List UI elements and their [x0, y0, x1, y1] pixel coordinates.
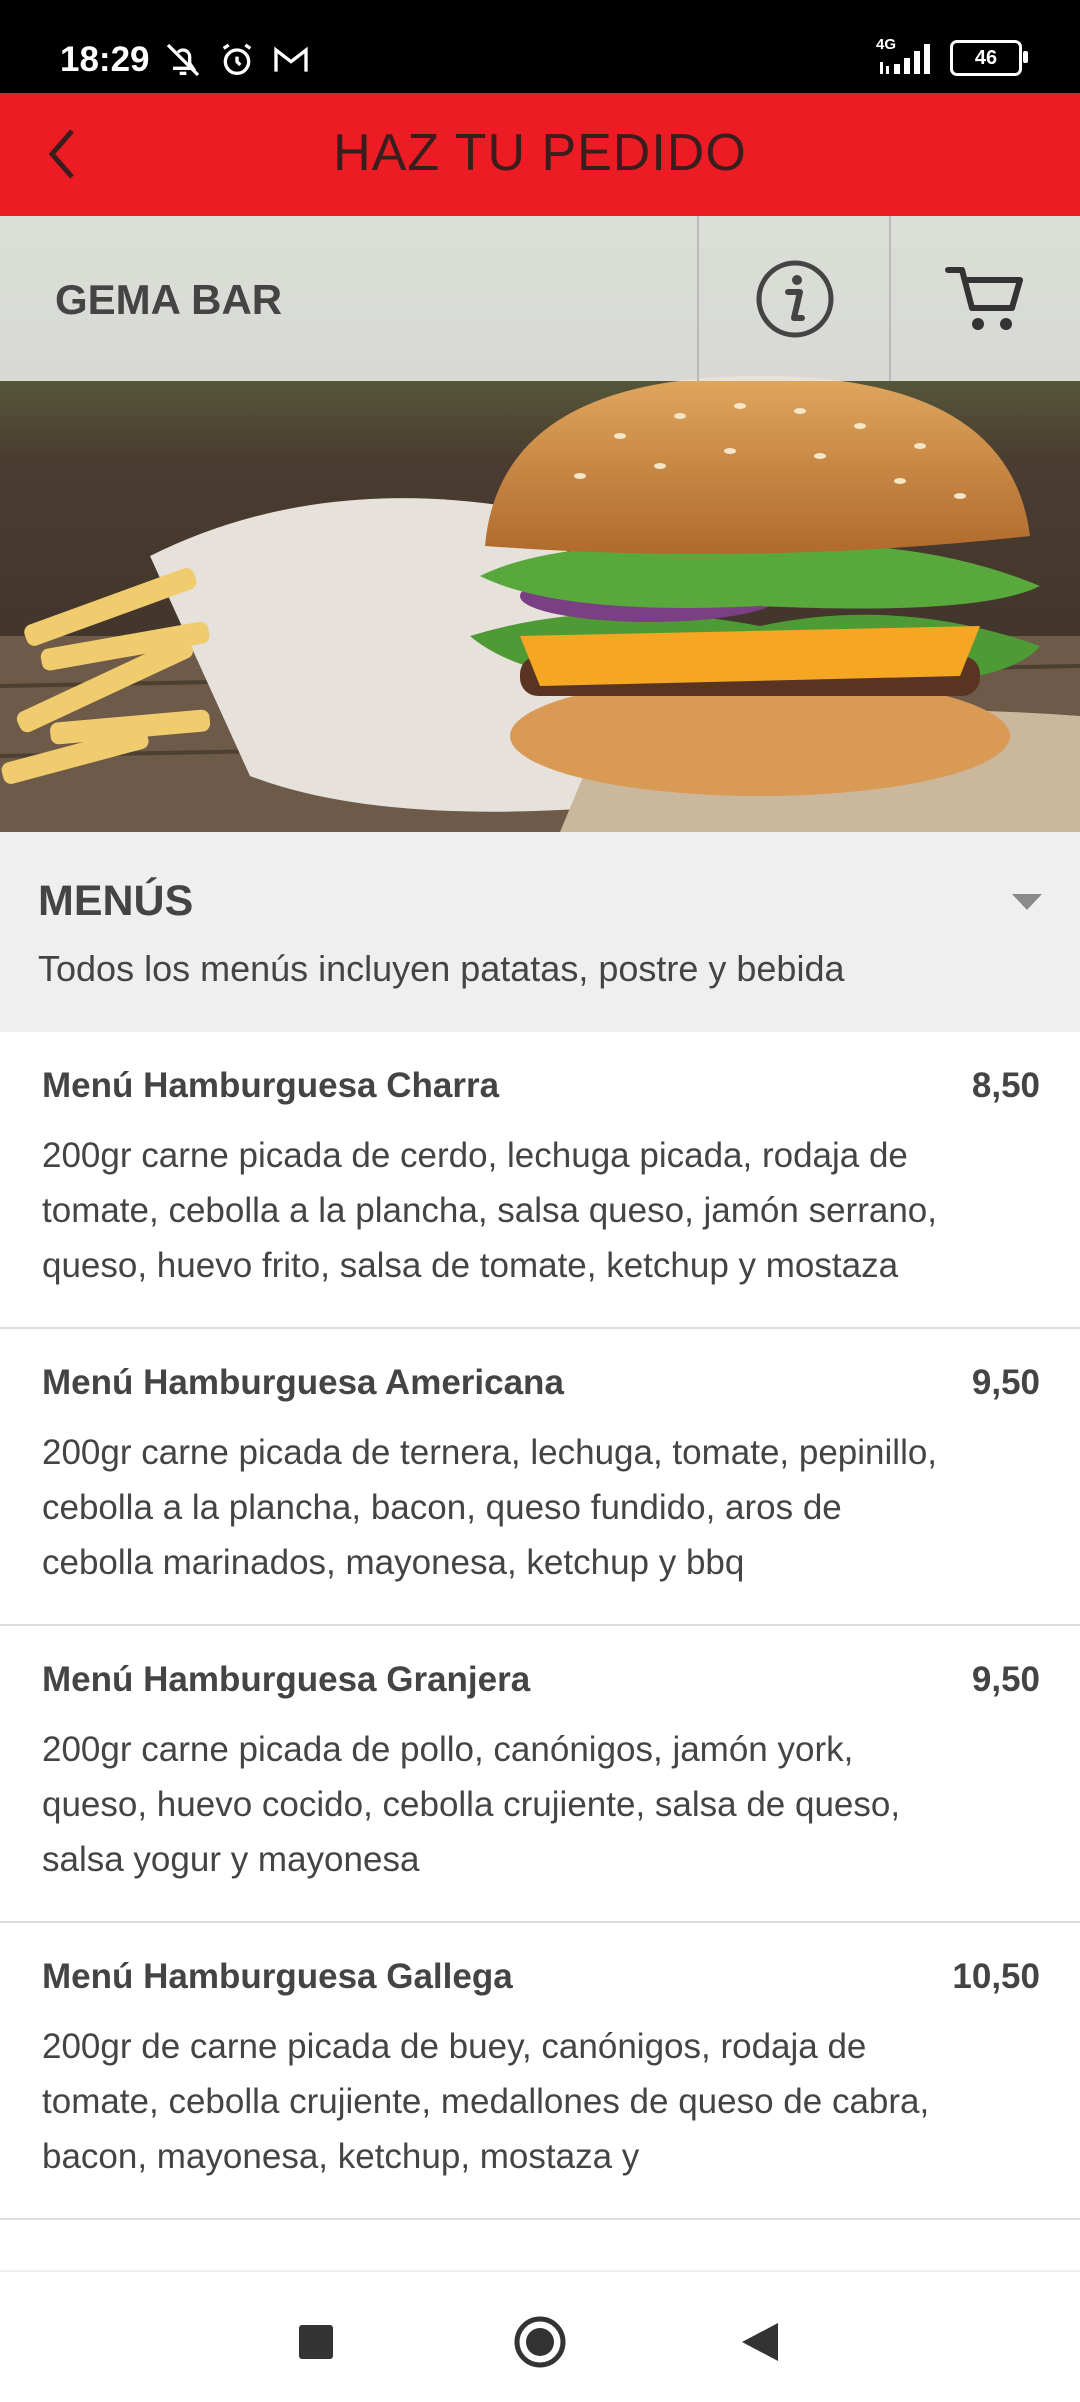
item-price: 9,50 — [971, 1363, 1040, 1402]
menu-item[interactable]: Menú Hamburguesa Charra 8,50 200gr carne… — [0, 1032, 1080, 1329]
gmail-icon — [274, 46, 308, 72]
info-icon — [756, 260, 834, 337]
triangle-back-icon — [742, 2323, 778, 2361]
back-nav-button[interactable] — [730, 2312, 790, 2372]
item-price: 10,50 — [952, 1957, 1040, 1996]
info-button[interactable] — [700, 216, 890, 381]
app-header: HAZ TU PEDIDO — [0, 93, 1080, 216]
system-nav-bar — [0, 2270, 1080, 2402]
item-price: 9,50 — [971, 1660, 1040, 1699]
category-header[interactable]: MENÚS Todos los menús incluyen patatas, … — [0, 832, 1080, 1032]
recents-button[interactable] — [286, 2312, 346, 2372]
status-right: 4G 46 — [876, 36, 1028, 76]
item-description: 200gr de carne picada de buey, canónigos… — [42, 2027, 930, 2176]
chevron-down-icon — [1012, 894, 1042, 910]
status-icons — [163, 40, 311, 80]
item-description: 200gr carne picada de cerdo, lechuga pic… — [42, 1136, 937, 1285]
status-bar: 18:29 4G 46 — [0, 0, 1080, 93]
square-icon — [299, 2325, 333, 2359]
menu-item[interactable]: Menú Hamburguesa Americana 9,50 200gr ca… — [0, 1329, 1080, 1626]
item-name: Menú Hamburguesa Gallega — [42, 1957, 513, 1996]
network-type: 4G — [876, 36, 897, 53]
restaurant-bar: GEMA BAR — [0, 216, 1080, 381]
item-description: 200gr carne picada de ternera, lechuga, … — [42, 1433, 938, 1582]
battery-level: 46 — [974, 46, 998, 69]
category-description: Todos los menús incluyen patatas, postre… — [38, 948, 845, 989]
divider — [697, 216, 699, 381]
circle-icon — [514, 2316, 566, 2368]
cart-button[interactable] — [890, 216, 1080, 381]
menu-item[interactable]: Menú Hamburguesa Granjera 9,50 200gr car… — [0, 1626, 1080, 1923]
battery-icon: 46 — [950, 40, 1028, 76]
page-title: HAZ TU PEDIDO — [333, 124, 747, 182]
cart-icon — [945, 266, 1023, 330]
item-price: 8,50 — [971, 1066, 1040, 1105]
alarm-icon — [222, 43, 252, 75]
menu-item[interactable]: Menú Hamburguesa Gallega 10,50 200gr de … — [0, 1923, 1080, 2220]
bell-off-icon — [166, 43, 200, 77]
item-name: Menú Hamburguesa Americana — [42, 1363, 564, 1402]
home-button[interactable] — [510, 2312, 570, 2372]
item-description: 200gr carne picada de pollo, canónigos, … — [42, 1730, 901, 1879]
category-title: MENÚS — [38, 877, 194, 925]
item-name: Menú Hamburguesa Granjera — [42, 1660, 531, 1699]
signal-icon: 4G — [876, 36, 936, 76]
menu-item-list: Menú Hamburguesa Charra 8,50 200gr carne… — [0, 1032, 1080, 2220]
status-time: 18:29 — [60, 40, 150, 79]
restaurant-name: GEMA BAR — [55, 276, 283, 323]
item-name: Menú Hamburguesa Charra — [42, 1066, 500, 1105]
